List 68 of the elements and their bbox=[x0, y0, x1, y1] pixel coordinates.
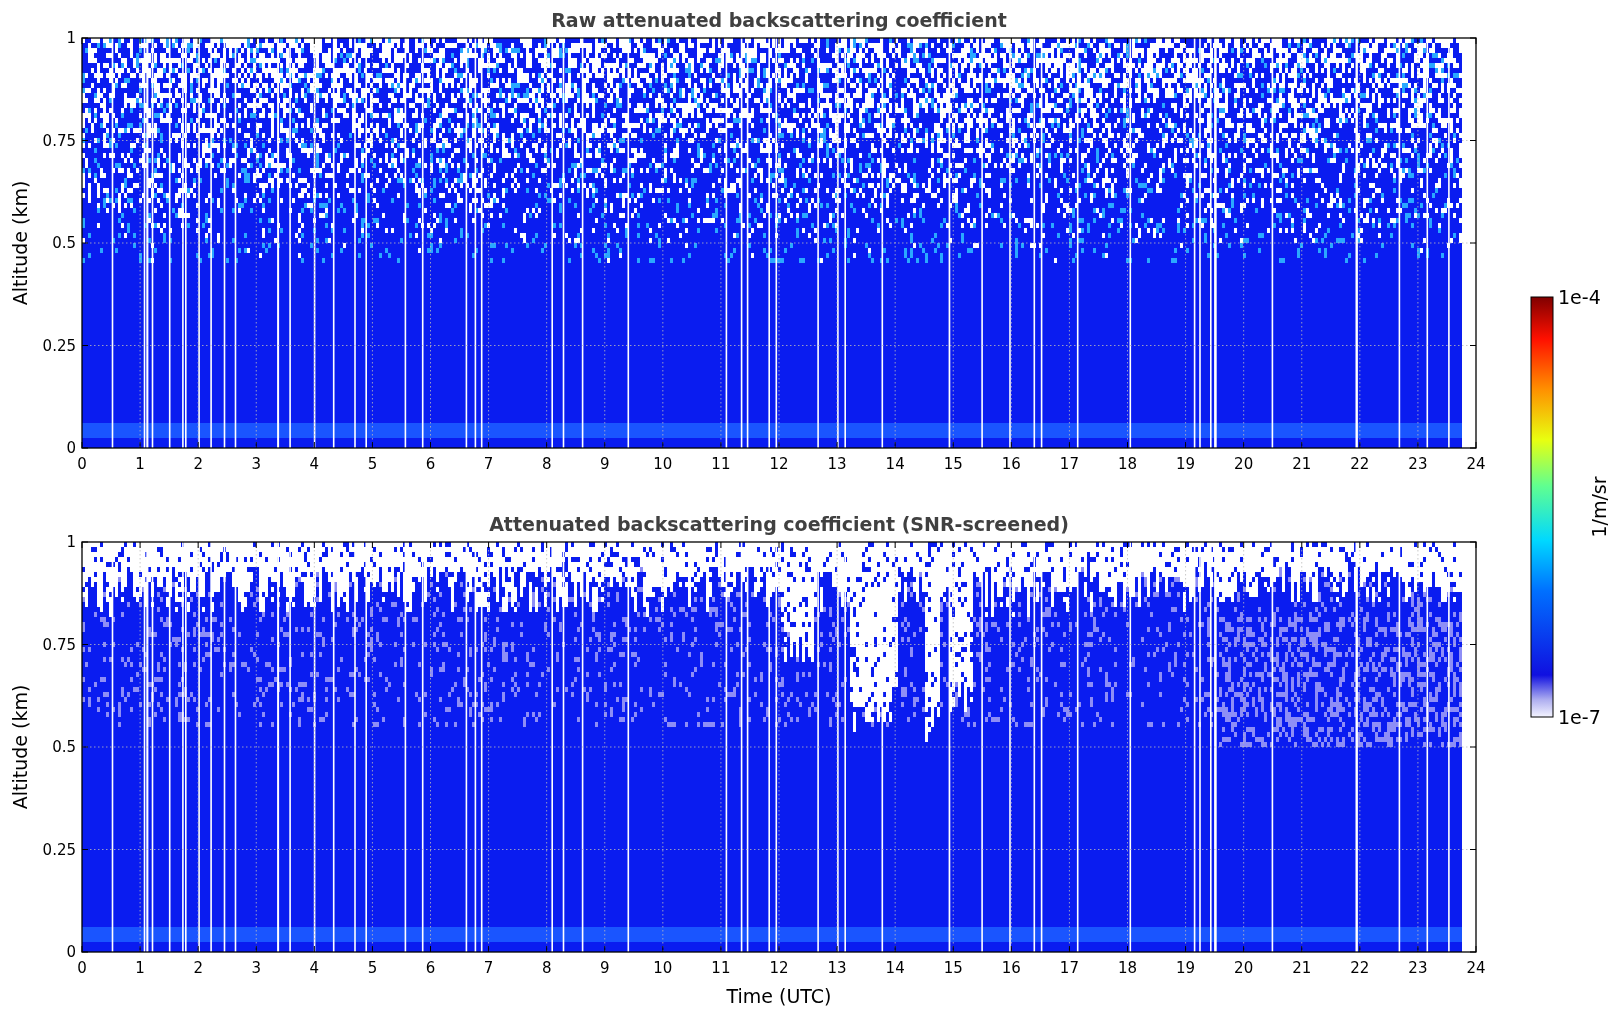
tick-label: 23 bbox=[1408, 455, 1428, 473]
tick-label: 10 bbox=[653, 455, 673, 473]
tick-label: 14 bbox=[885, 455, 905, 473]
tick-label: 17 bbox=[1059, 455, 1079, 473]
tick-label: 17 bbox=[1059, 959, 1079, 977]
tick-label: 0.25 bbox=[42, 840, 76, 859]
tick-label: 21 bbox=[1292, 455, 1312, 473]
tick-label: 0.75 bbox=[42, 131, 76, 150]
tick-label: 8 bbox=[541, 455, 552, 473]
tick-label: 5 bbox=[367, 959, 378, 977]
tick-label: 0 bbox=[77, 455, 87, 473]
tick-label: 4 bbox=[309, 959, 320, 977]
tick-label: 1 bbox=[66, 29, 76, 47]
tick-label: 20 bbox=[1234, 959, 1254, 977]
tick-label: 8 bbox=[541, 959, 552, 977]
tick-label: 0.75 bbox=[42, 635, 76, 654]
tick-label: 7 bbox=[483, 455, 494, 473]
tick-label: 13 bbox=[827, 959, 847, 977]
tick-label: 1 bbox=[135, 959, 145, 977]
tick-label: 3 bbox=[251, 959, 261, 977]
tick-label: 1 bbox=[135, 455, 145, 473]
tick-label: 2 bbox=[193, 959, 203, 977]
tick-label: 24 bbox=[1466, 959, 1486, 977]
tick-label: 16 bbox=[1001, 455, 1021, 473]
tick-label: 6 bbox=[425, 455, 436, 473]
tick-label: 16 bbox=[1001, 959, 1021, 977]
tick-label: 11 bbox=[711, 455, 731, 473]
tick-label: 11 bbox=[711, 959, 731, 977]
tick-label: 13 bbox=[827, 455, 847, 473]
plot-title: Raw attenuated backscattering coefficient bbox=[551, 9, 1007, 31]
tick-label: 21 bbox=[1292, 959, 1312, 977]
tick-label: 0.5 bbox=[52, 738, 76, 756]
colorbar-label: 1/m/sr bbox=[1588, 476, 1610, 538]
tick-label: 19 bbox=[1176, 959, 1196, 977]
tick-label: 2 bbox=[193, 455, 203, 473]
tick-label: 1 bbox=[66, 533, 76, 551]
tick-label: 18 bbox=[1117, 455, 1138, 473]
tick-label: 4 bbox=[309, 455, 320, 473]
tick-label: 15 bbox=[943, 455, 963, 473]
tick-label: 3 bbox=[251, 455, 261, 473]
tick-label: 10 bbox=[653, 959, 673, 977]
tick-label: 15 bbox=[943, 959, 963, 977]
tick-label: 12 bbox=[769, 959, 789, 977]
colorbar-min-label: 1e-7 bbox=[1558, 706, 1601, 728]
tick-label: 12 bbox=[769, 455, 789, 473]
tick-label: 19 bbox=[1176, 455, 1196, 473]
tick-label: 22 bbox=[1350, 455, 1370, 473]
tick-label: 0.5 bbox=[52, 234, 76, 252]
axis-label: Altitude (km) bbox=[9, 180, 31, 306]
tick-label: 0.25 bbox=[42, 336, 76, 355]
tick-label: 9 bbox=[600, 959, 610, 977]
tick-label: 23 bbox=[1408, 959, 1428, 977]
tick-label: 0 bbox=[66, 943, 76, 961]
tick-label: 20 bbox=[1234, 455, 1254, 473]
axis-label: Altitude (km) bbox=[9, 684, 31, 810]
colorbar-max-label: 1e-4 bbox=[1558, 286, 1601, 308]
tick-label: 7 bbox=[483, 959, 494, 977]
axis-label: Time (UTC) bbox=[726, 985, 832, 1007]
tick-label: 0 bbox=[77, 959, 87, 977]
tick-label: 6 bbox=[425, 959, 436, 977]
plot-title: Attenuated backscattering coefficient (SNR-screened) bbox=[489, 513, 1069, 535]
tick-label: 22 bbox=[1350, 959, 1370, 977]
tick-label: 5 bbox=[367, 455, 378, 473]
tick-label: 9 bbox=[600, 455, 610, 473]
tick-label: 24 bbox=[1466, 455, 1486, 473]
tick-label: 14 bbox=[885, 959, 905, 977]
tick-label: 18 bbox=[1117, 959, 1138, 977]
tick-label: 0 bbox=[66, 439, 76, 457]
